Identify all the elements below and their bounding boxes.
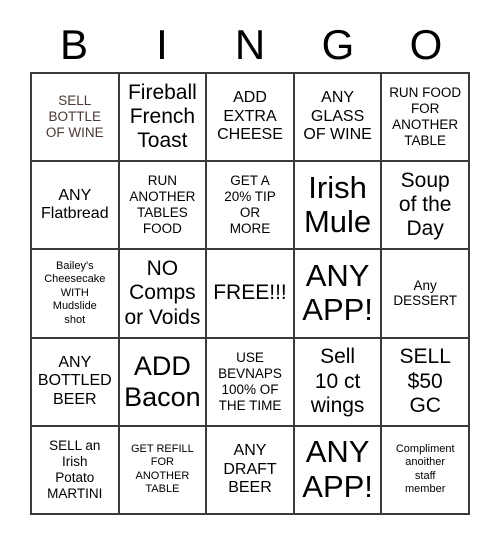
- bingo-cell-r1c5[interactable]: RUN FOOD FOR ANOTHER TABLE: [382, 74, 470, 163]
- bingo-cell-text: ANY Flatbread: [41, 186, 109, 223]
- bingo-cell-text: Bailey's Cheesecake WITH Mudslide shot: [44, 259, 106, 326]
- bingo-cell-r3c3[interactable]: FREE!!!: [207, 250, 295, 339]
- bingo-cell-text: SELL an Irish Potato MARTINI: [47, 438, 103, 501]
- bingo-cell-r3c4[interactable]: ANY APP!: [294, 250, 383, 339]
- bingo-cell-text: GET A 20% TIP OR MORE: [224, 173, 276, 237]
- bingo-cell-text: RUN FOOD FOR ANOTHER TABLE: [389, 85, 462, 149]
- bingo-header-letter-n: N: [234, 21, 266, 68]
- bingo-cell-r4c3[interactable]: USE BEVNAPS 100% OF THE TIME: [207, 338, 295, 427]
- bingo-cell-text: GET REFILL FOR ANOTHER TABLE: [131, 443, 194, 496]
- bingo-header-letter-b: B: [59, 21, 88, 68]
- bingo-cell-r5c3[interactable]: ANY DRAFT BEER: [207, 426, 295, 515]
- bingo-cell-r2c3[interactable]: GET A 20% TIP OR MORE: [207, 162, 295, 251]
- bingo-cell-r4c5[interactable]: SELL $50 GC: [382, 338, 470, 427]
- bingo-cell-r1c2[interactable]: Fireball French Toast: [119, 74, 208, 163]
- bingo-cell-text: Fireball French Toast: [127, 80, 197, 153]
- bingo-cell-text: Any DESSERT: [393, 277, 457, 309]
- bingo-cell-r2c2[interactable]: RUN ANOTHER TABLES FOOD: [119, 162, 208, 251]
- bingo-header-letter-g: G: [321, 21, 355, 68]
- bingo-cell-r3c5[interactable]: Any DESSERT: [382, 250, 470, 339]
- bingo-cell-r2c1[interactable]: ANY Flatbread: [32, 162, 120, 251]
- bingo-cell-text: Compliment anoither staff member: [395, 443, 455, 496]
- bingo-header-letter-i: I: [156, 21, 168, 68]
- bingo-cell-r4c2[interactable]: ADD Bacon: [119, 338, 208, 427]
- bingo-cell-text: NO Comps or Voids: [124, 257, 201, 329]
- bingo-cell-text: ANY GLASS OF WINE: [303, 89, 372, 144]
- bingo-cell-text: ANY BOTTLED BEER: [37, 353, 112, 408]
- bingo-grid: SELL BOTTLE OF WINE Fireball French Toast…: [30, 72, 470, 515]
- bingo-cell-r4c1[interactable]: ANY BOTTLED BEER: [32, 338, 120, 427]
- bingo-cell-text: Irish Mule: [303, 169, 372, 240]
- bingo-cell-text: ADD Bacon: [124, 350, 201, 412]
- bingo-cell-r1c1[interactable]: SELL BOTTLE OF WINE: [32, 74, 120, 163]
- bingo-cell-text: ANY APP!: [302, 434, 373, 504]
- bingo-cell-r3c1[interactable]: Bailey's Cheesecake WITH Mudslide shot: [32, 250, 120, 339]
- bingo-header: BINGO: [30, 18, 470, 72]
- bingo-cell-text: FREE!!!: [213, 281, 287, 305]
- bingo-cell-text: Soup of the Day: [398, 169, 452, 241]
- bingo-cell-r5c4[interactable]: ANY APP!: [294, 426, 383, 515]
- bingo-cell-text: ADD EXTRA CHEESE: [217, 89, 283, 144]
- bingo-cell-text: ANY APP!: [302, 257, 373, 328]
- bingo-cell-r2c5[interactable]: Soup of the Day: [382, 162, 470, 251]
- bingo-cell-r1c4[interactable]: ANY GLASS OF WINE: [294, 74, 383, 163]
- bingo-cell-r3c2[interactable]: NO Comps or Voids: [119, 250, 208, 339]
- bingo-card: B I N G O SELL BOTTLE OF WINE Fireball French…: [0, 0, 500, 544]
- bingo-cell-r5c1[interactable]: SELL an Irish Potato MARTINI: [32, 426, 120, 515]
- bingo-cell-r5c2[interactable]: GET REFILL FOR ANOTHER TABLE: [119, 426, 208, 515]
- bingo-cell-text: USE BEVNAPS 100% OF THE TIME: [218, 349, 282, 413]
- bingo-cell-r2c4[interactable]: Irish Mule: [294, 162, 383, 251]
- bingo-cell-r4c4[interactable]: Sell 10 ct wings: [294, 338, 383, 427]
- bingo-cell-text: SELL BOTTLE OF WINE: [45, 93, 104, 141]
- bingo-cell-text: ANY DRAFT BEER: [223, 442, 277, 497]
- bingo-cell-text: RUN ANOTHER TABLES FOOD: [129, 173, 196, 237]
- bingo-cell-text: SELL $50 GC: [399, 345, 451, 417]
- bingo-cell-text: Sell 10 ct wings: [310, 345, 365, 417]
- bingo-cell-r5c5[interactable]: Compliment anoither staff member: [382, 426, 470, 515]
- bingo-cell-r1c3[interactable]: ADD EXTRA CHEESE: [207, 74, 295, 163]
- bingo-header-letter-o: O: [409, 21, 443, 68]
